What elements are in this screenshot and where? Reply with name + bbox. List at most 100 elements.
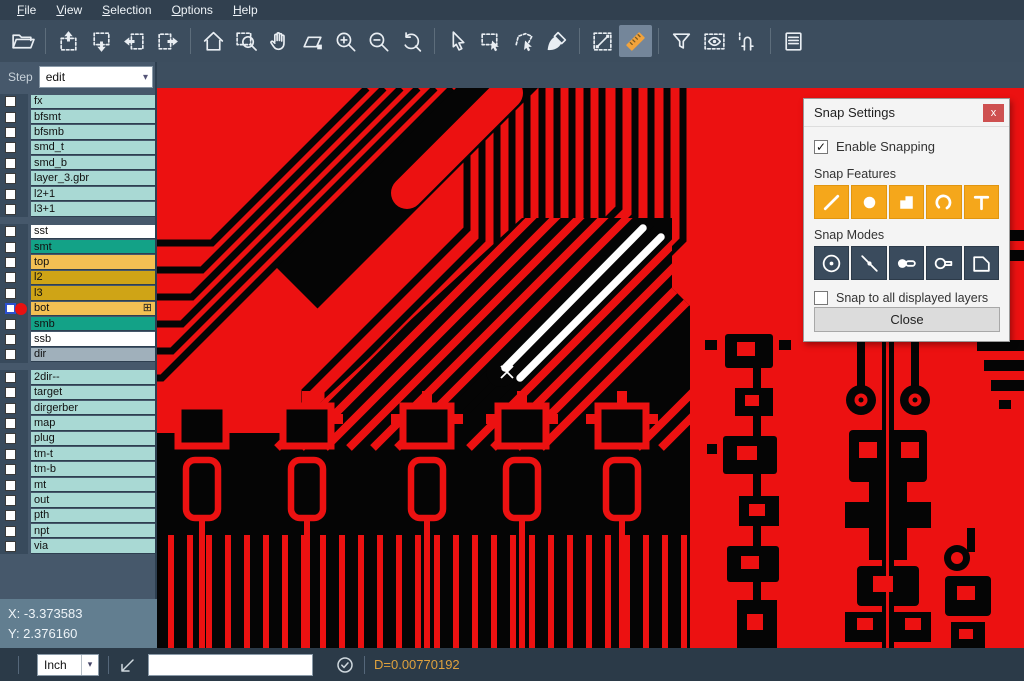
layer-checkbox[interactable] [5,288,16,299]
menu-file[interactable]: File [8,1,45,19]
magnet-snap-button[interactable] [731,25,764,57]
layer-checkbox[interactable] [5,242,16,253]
layer-checkbox[interactable] [5,189,16,200]
layer-row-bfsmt[interactable]: bfsmt [0,109,157,124]
layer-checkbox[interactable] [5,510,16,521]
menu-view[interactable]: View [47,1,91,19]
zoom-window-button[interactable] [230,25,263,57]
snap-all-layers-checkbox[interactable] [814,291,828,305]
snap-mode-center-button[interactable] [814,246,849,280]
layer-row-pth[interactable]: pth [0,508,157,523]
layer-row-plug[interactable]: plug [0,431,157,446]
layer-label[interactable]: tm-b [31,462,155,476]
layer-label[interactable]: l2 [31,271,155,285]
layer-checkbox[interactable] [5,541,16,552]
menu-options[interactable]: Options [163,1,222,19]
layer-checkbox[interactable] [5,158,16,169]
layer-row-l3+1[interactable]: l3+1 [0,202,157,217]
layer-label[interactable]: via [31,539,155,553]
layer-row-target[interactable]: target [0,385,157,400]
polygon-select-button[interactable] [507,25,540,57]
layer-row-ssb[interactable]: ssb [0,332,157,347]
layer-checkbox[interactable] [5,127,16,138]
layer-label[interactable]: plug [31,432,155,446]
pan-left-button[interactable] [118,25,151,57]
layer-label[interactable]: smb [31,317,155,331]
layer-label[interactable]: dirgerber [31,401,155,415]
layer-row-2dir--[interactable]: 2dir-- [0,370,157,385]
step-select[interactable]: edit ▾ [39,66,153,88]
menu-selection[interactable]: Selection [93,1,160,19]
pan-up-button[interactable] [52,25,85,57]
layer-row-l3[interactable]: l3 [0,286,157,301]
layer-label[interactable]: 2dir-- [31,370,155,384]
view-box-button[interactable] [698,25,731,57]
layer-checkbox[interactable] [5,349,16,360]
layer-label[interactable]: ssb [31,332,155,346]
layer-label[interactable]: bot⊞ [31,302,155,316]
layer-label[interactable]: map [31,416,155,430]
menu-help[interactable]: Help [224,1,267,19]
layer-checkbox[interactable] [5,142,16,153]
snap-mode-outline-snap-button[interactable] [926,246,961,280]
layer-label[interactable]: bfsmb [31,125,155,139]
layer-label[interactable]: smt [31,240,155,254]
filter-button[interactable] [665,25,698,57]
layer-label[interactable]: target [31,386,155,400]
snap-feature-arc-button[interactable] [926,185,961,219]
layer-checkbox[interactable] [5,464,16,475]
layer-row-npt[interactable]: npt [0,524,157,539]
dialog-titlebar[interactable]: Snap Settings x [804,99,1009,127]
confirm-circle-icon[interactable] [335,655,355,675]
layer-checkbox[interactable] [5,272,16,283]
layer-checkbox[interactable] [5,96,16,107]
layer-checkbox[interactable] [5,449,16,460]
layers-form-button[interactable] [777,25,810,57]
layer-row-out[interactable]: out [0,493,157,508]
zoom-out-button[interactable] [362,25,395,57]
snap-feature-text-button[interactable] [964,185,999,219]
layer-label[interactable]: l2+1 [31,187,155,201]
layer-label[interactable]: l3+1 [31,202,155,216]
layer-label[interactable]: out [31,493,155,507]
layer-checkbox[interactable] [5,257,16,268]
layer-row-l2+1[interactable]: l2+1 [0,186,157,201]
layer-checkbox[interactable] [5,387,16,398]
move-view-button[interactable] [296,25,329,57]
layer-label[interactable]: l3 [31,286,155,300]
dialog-close-button[interactable]: x [983,104,1004,122]
measure-points-button[interactable] [586,25,619,57]
layer-row-layer_3.gbr[interactable]: layer_3.gbr [0,171,157,186]
dialog-close-action-button[interactable]: Close [814,307,1000,332]
layer-row-l2[interactable]: l2 [0,270,157,285]
layer-row-dir[interactable]: dir [0,347,157,362]
snap-feature-line-button[interactable] [814,185,849,219]
layer-row-dirgerber[interactable]: dirgerber [0,400,157,415]
layer-label[interactable]: tm-t [31,447,155,461]
layer-checkbox[interactable] [5,226,16,237]
layer-row-sst[interactable]: sst [0,224,157,239]
layer-row-bfsmb[interactable]: bfsmb [0,125,157,140]
layer-row-tm-b[interactable]: tm-b [0,462,157,477]
select-arrow-button[interactable] [441,25,474,57]
layer-checkbox[interactable] [5,480,16,491]
layer-checkbox[interactable] [5,495,16,506]
layer-row-tm-t[interactable]: tm-t [0,447,157,462]
open-folder-button[interactable] [6,25,39,57]
layer-checkbox[interactable] [5,372,16,383]
command-input[interactable] [148,654,313,676]
layer-checkbox[interactable] [5,334,16,345]
layer-checkbox[interactable] [5,418,16,429]
layer-row-smd_t[interactable]: smd_t [0,140,157,155]
layer-row-smd_b[interactable]: smd_b [0,156,157,171]
layer-row-map[interactable]: map [0,416,157,431]
snap-mode-line-point-button[interactable] [851,246,886,280]
layer-label[interactable]: dir [31,348,155,362]
snap-feature-pad-button[interactable] [851,185,886,219]
layer-checkbox[interactable] [5,112,16,123]
snap-mode-pad-snap-button[interactable] [889,246,924,280]
layer-row-mt[interactable]: mt [0,477,157,492]
layer-label[interactable]: mt [31,478,155,492]
zoom-in-button[interactable] [329,25,362,57]
layer-label[interactable]: smd_b [31,156,155,170]
